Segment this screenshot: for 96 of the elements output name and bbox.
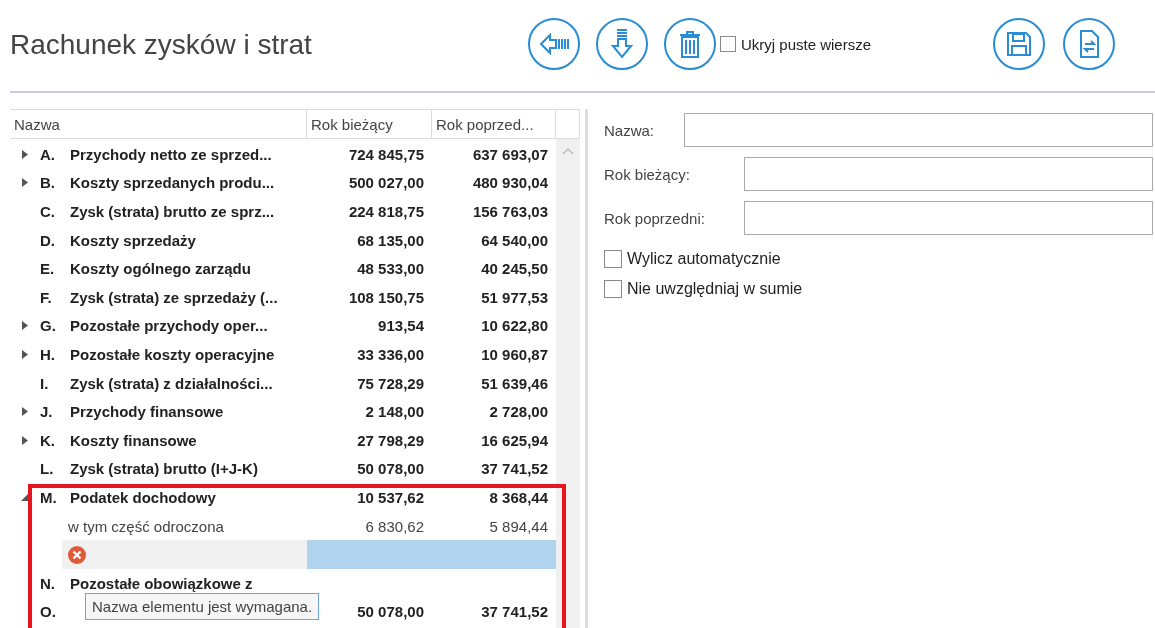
back-button[interactable] xyxy=(528,18,580,70)
row-marker: L. xyxy=(40,460,55,478)
table-cell: 10 960,87 xyxy=(481,345,548,363)
row-marker: I. xyxy=(40,374,50,392)
table-cell: 2 148,00 xyxy=(365,403,424,421)
down-arrow-icon xyxy=(611,29,633,59)
table-cell: 5 894,44 xyxy=(489,517,548,535)
row-marker: D. xyxy=(40,231,56,249)
table-cell: 156 763,03 xyxy=(472,203,548,220)
row-marker: K. xyxy=(40,431,56,449)
row-label: Pozostałe przychody oper... xyxy=(70,317,268,335)
row-marker: E. xyxy=(40,260,56,278)
row-label: Przychody finansowe xyxy=(70,403,224,421)
back-arrow-icon xyxy=(539,33,569,55)
expand-arrow-icon[interactable] xyxy=(22,149,28,159)
row-label: Podatek dochodowy xyxy=(70,488,216,506)
expand-arrow-icon[interactable] xyxy=(22,349,28,359)
table-cell: 75 728,29 xyxy=(357,374,424,392)
expand-arrow-icon[interactable] xyxy=(22,321,28,331)
row-marker: G. xyxy=(40,317,57,335)
export-button[interactable] xyxy=(1063,18,1116,70)
table-cell: 27 798,29 xyxy=(357,431,424,449)
trash-icon xyxy=(679,30,701,58)
table-cell: 50 078,00 xyxy=(357,460,424,478)
error-icon xyxy=(68,545,86,564)
table-cell: 37 741,52 xyxy=(481,603,548,621)
row-marker: N. xyxy=(40,574,56,592)
delete-button[interactable] xyxy=(664,18,716,70)
table-cell: 37 741,52 xyxy=(481,460,548,478)
row-marker: M. xyxy=(40,488,58,506)
row-label: Koszty sprzedaży xyxy=(70,231,196,249)
table-cell: 10 537,62 xyxy=(357,488,424,506)
table-cell: 913,54 xyxy=(378,317,424,335)
column-header[interactable]: Rok poprzed... xyxy=(432,110,556,138)
row-marker: A. xyxy=(40,145,56,163)
row-marker: J. xyxy=(40,403,54,421)
scrollbar[interactable] xyxy=(556,139,580,628)
input-field[interactable] xyxy=(744,201,1153,235)
save-button[interactable] xyxy=(993,18,1046,70)
table-cell: 8 368,44 xyxy=(489,488,548,506)
row-label: Zysk (strata) brutto ze sprz... xyxy=(70,203,275,220)
expand-arrow-icon[interactable] xyxy=(22,435,28,445)
table-cell: 50 078,00 xyxy=(357,603,424,621)
table-cell: 68 135,00 xyxy=(357,231,424,249)
table-cell: 16 625,94 xyxy=(481,431,548,449)
document-arrows-icon xyxy=(1078,30,1101,58)
checkbox[interactable] xyxy=(604,280,622,298)
table-cell: 224 818,75 xyxy=(348,203,424,220)
row-label: Przychody netto ze sprzed... xyxy=(70,145,272,163)
row-label: Pozostałe obowiązkowe z xyxy=(70,574,253,592)
checkbox-label: Nie uwzględniaj w sumie xyxy=(627,280,803,298)
table-cell: 51 639,46 xyxy=(481,374,548,392)
row-label: Pozostałe koszty operacyjne xyxy=(70,345,275,363)
tooltip: Nazwa elementu jest wymagana. xyxy=(85,593,320,620)
field-label: Rok bieżący: xyxy=(604,165,691,183)
table-cell: 724 845,75 xyxy=(348,145,424,163)
table-cell: 6 830,62 xyxy=(365,517,424,535)
row-label: Zysk (strata) brutto (I+J-K) xyxy=(70,460,258,478)
table-cell: 33 336,00 xyxy=(357,345,424,363)
input-field[interactable] xyxy=(684,113,1153,147)
row-marker: B. xyxy=(40,174,56,192)
row-marker: C. xyxy=(40,203,56,220)
table-cell: 10 622,80 xyxy=(481,317,548,335)
table-cell: 2 728,00 xyxy=(489,403,548,421)
input-field[interactable] xyxy=(744,157,1153,191)
row-label: Koszty sprzedanych produ... xyxy=(70,174,275,192)
row-label: Koszty finansowe xyxy=(70,431,197,449)
download-button[interactable] xyxy=(596,18,648,70)
checkbox[interactable] xyxy=(604,250,622,268)
checkbox-label: Wylicz automatycznie xyxy=(627,250,781,268)
collapse-arrow-icon[interactable] xyxy=(21,493,29,502)
row-marker: H. xyxy=(40,345,56,363)
table-cell: 500 027,00 xyxy=(348,174,424,192)
table-cell: 64 540,00 xyxy=(481,231,548,249)
field-label: Rok poprzedni: xyxy=(604,209,706,227)
row-label: Zysk (strata) ze sprzedaży (... xyxy=(70,288,278,306)
row-label: Koszty ogólnego zarządu xyxy=(70,260,251,278)
checkbox-label: Ukryj puste wiersze xyxy=(741,35,872,53)
expand-arrow-icon[interactable] xyxy=(22,178,28,188)
page-title: Rachunek zysków i strat xyxy=(10,28,313,61)
table-cell: 40 245,50 xyxy=(481,260,548,278)
row-label: Zysk (strata) z działalności... xyxy=(70,374,273,392)
selected-cells[interactable] xyxy=(307,540,556,569)
expand-arrow-icon[interactable] xyxy=(22,407,28,417)
column-header[interactable]: Nazwa xyxy=(10,110,307,138)
table-cell: 637 693,07 xyxy=(472,145,548,163)
field-label: Nazwa: xyxy=(604,121,656,139)
column-header[interactable]: Rok bieżący xyxy=(307,110,432,138)
table-cell: 108 150,75 xyxy=(348,288,424,306)
row-marker: O. xyxy=(40,603,57,621)
checkbox[interactable] xyxy=(720,36,736,52)
row-label: w tym część odroczona xyxy=(68,517,224,535)
row-marker: F. xyxy=(40,288,53,306)
table-cell: 480 930,04 xyxy=(472,174,548,192)
table-cell: 51 977,53 xyxy=(481,288,548,306)
table-cell: 48 533,00 xyxy=(357,260,424,278)
